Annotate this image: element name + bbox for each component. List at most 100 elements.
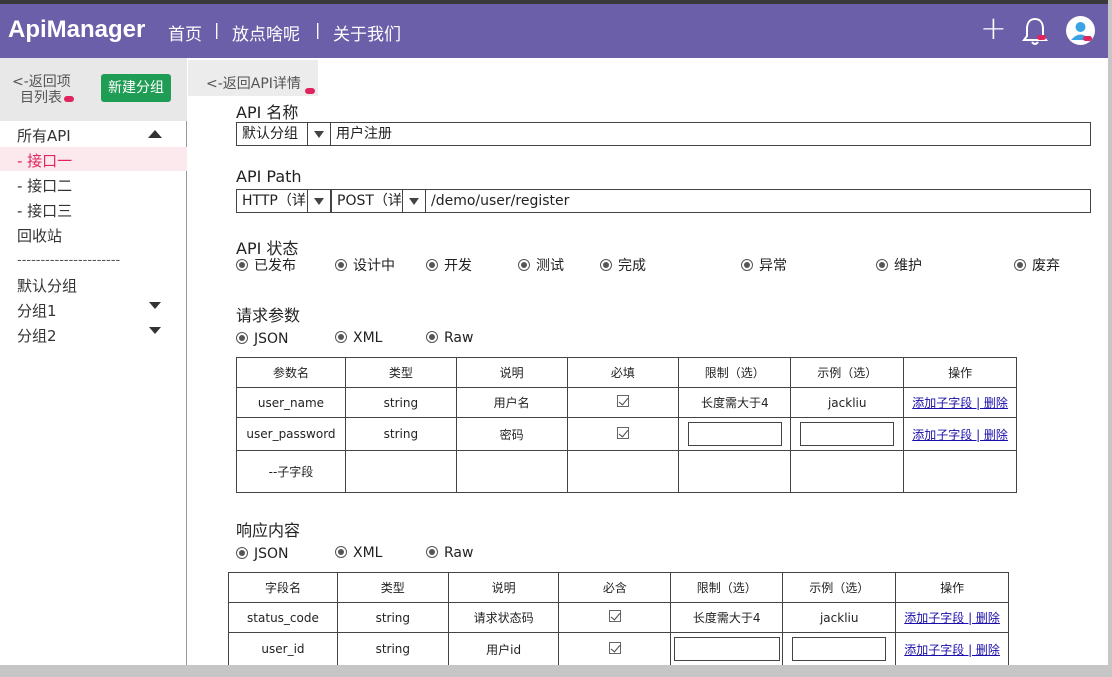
limit-input[interactable]: [673, 637, 780, 661]
param-desc-cell[interactable]: 用户名: [455, 387, 568, 418]
nav-separator: |: [315, 20, 321, 39]
radio-icon: [600, 259, 612, 271]
method-select[interactable]: POST（详: [331, 189, 403, 213]
back-to-project-list-button[interactable]: <-返回项 目列表: [0, 70, 80, 118]
group-select[interactable]: 默认分组: [236, 122, 308, 146]
app-logo[interactable]: ApiManager: [8, 16, 145, 44]
status-radio-published[interactable]: 已发布: [236, 255, 296, 275]
field-name-cell[interactable]: user_id: [228, 632, 338, 665]
back-to-api-detail-button[interactable]: <-返回API详情: [188, 60, 318, 96]
status-radio-deprecated[interactable]: 废弃: [1014, 255, 1060, 275]
nav-about-link[interactable]: 关于我们: [333, 20, 401, 45]
collapse-icon[interactable]: [148, 130, 162, 138]
param-type-cell[interactable]: string: [344, 387, 457, 418]
param-type-cell[interactable]: string: [344, 417, 457, 451]
example-input[interactable]: [792, 637, 887, 661]
expand-icon[interactable]: [149, 302, 161, 309]
required-checkbox[interactable]: [608, 641, 621, 654]
required-cell[interactable]: [566, 450, 680, 493]
param-name-cell[interactable]: user_password: [236, 417, 346, 451]
response-format-raw[interactable]: Raw: [426, 545, 473, 561]
param-limit-cell[interactable]: 长度需大于4: [678, 387, 792, 418]
add-subfield-delete-link[interactable]: 添加子字段 | 删除: [904, 643, 1000, 657]
field-type-cell[interactable]: string: [336, 632, 449, 665]
table-row: --子字段: [236, 450, 1017, 493]
sidebar-group-default[interactable]: 默认分组: [17, 275, 77, 296]
protocol-dropdown-arrow[interactable]: [307, 189, 331, 213]
request-format-xml[interactable]: XML: [335, 330, 382, 346]
api-name-label: API 名称: [236, 103, 299, 122]
response-format-xml[interactable]: XML: [335, 545, 382, 561]
action-cell: 添加子字段 | 删除: [903, 387, 1017, 418]
field-limit-cell[interactable]: 长度需大于4: [670, 602, 784, 633]
radio-label: Raw: [444, 330, 474, 346]
status-radio-done[interactable]: 完成: [600, 255, 646, 275]
limit-input[interactable]: [687, 422, 782, 446]
path-input[interactable]: /demo/user/register: [425, 189, 1091, 213]
request-format-json[interactable]: JSON: [236, 331, 289, 347]
param-example-cell[interactable]: jackliu: [790, 387, 905, 418]
flag-icon: [64, 96, 74, 102]
nav-home-link[interactable]: 首页: [168, 20, 202, 45]
radio-label: 测试: [536, 258, 564, 274]
status-radio-maintenance[interactable]: 维护: [876, 255, 922, 275]
sidebar-divider: ----------------------: [17, 253, 121, 268]
response-content-label: 响应内容: [236, 521, 301, 540]
sidebar-all-api[interactable]: 所有API: [17, 125, 71, 146]
request-params-label: 请求参数: [236, 306, 301, 325]
sidebar-item-api-3[interactable]: - 接口三: [17, 200, 72, 221]
param-example-cell[interactable]: [790, 450, 905, 493]
column-header: 操作: [895, 572, 1009, 603]
param-type-cell[interactable]: [344, 450, 457, 493]
radio-label: JSON: [254, 331, 289, 347]
status-radio-developing[interactable]: 开发: [426, 255, 472, 275]
add-subfield-delete-link[interactable]: 添加子字段 | 删除: [912, 428, 1008, 442]
expand-icon[interactable]: [149, 327, 161, 334]
api-name-input[interactable]: 用户注册: [330, 122, 1091, 146]
required-checkbox[interactable]: [616, 395, 629, 407]
action-cell[interactable]: [903, 450, 1017, 493]
param-limit-cell[interactable]: [678, 450, 792, 493]
column-header: 必填: [566, 357, 680, 388]
nav-misc-link[interactable]: 放点啥呢: [232, 20, 300, 45]
field-desc-cell[interactable]: 用户id: [447, 632, 560, 665]
nav-separator: |: [214, 20, 220, 39]
method-dropdown-arrow[interactable]: [402, 189, 426, 213]
new-group-button[interactable]: 新建分组: [101, 74, 171, 102]
param-name-cell[interactable]: user_name: [236, 387, 346, 418]
response-format-json[interactable]: JSON: [236, 546, 289, 562]
radio-label: 维护: [894, 258, 922, 274]
field-type-cell[interactable]: string: [336, 602, 449, 633]
field-example-cell[interactable]: jackliu: [782, 602, 897, 633]
param-desc-cell[interactable]: 密码: [455, 417, 568, 451]
status-radio-error[interactable]: 异常: [741, 255, 787, 275]
flag-icon: [305, 88, 315, 94]
protocol-select[interactable]: HTTP（详: [236, 189, 308, 213]
radio-icon: [876, 259, 888, 271]
sidebar-item-recycle-bin[interactable]: 回收站: [17, 225, 62, 246]
radio-icon: [1014, 259, 1026, 271]
api-path-label: API Path: [236, 167, 302, 186]
required-checkbox[interactable]: [616, 426, 629, 439]
sidebar-item-api-2[interactable]: - 接口二: [17, 175, 72, 196]
add-subfield-delete-link[interactable]: 添加子字段 | 删除: [904, 611, 1000, 625]
sidebar-item-api-1[interactable]: - 接口一: [17, 150, 72, 171]
add-subfield-delete-link[interactable]: 添加子字段 | 删除: [912, 396, 1008, 410]
field-name-cell[interactable]: status_code: [228, 602, 338, 633]
field-desc-cell[interactable]: 请求状态码: [447, 602, 560, 633]
bell-icon[interactable]: [1022, 16, 1048, 46]
param-desc-cell[interactable]: [455, 450, 568, 493]
sidebar-group-1[interactable]: 分组1: [17, 300, 57, 321]
group-dropdown-arrow[interactable]: [307, 122, 331, 146]
sidebar-group-2[interactable]: 分组2: [17, 325, 57, 346]
status-radio-testing[interactable]: 测试: [518, 255, 564, 275]
param-name-cell[interactable]: --子字段: [236, 450, 346, 493]
user-avatar[interactable]: [1066, 16, 1095, 45]
example-input[interactable]: [800, 422, 895, 446]
required-checkbox[interactable]: [608, 610, 621, 622]
add-icon[interactable]: +: [980, 9, 1007, 47]
request-format-raw[interactable]: Raw: [426, 330, 473, 346]
action-cell: 添加子字段 | 删除: [895, 602, 1009, 633]
column-header: 示例（选）: [790, 357, 905, 388]
status-radio-designing[interactable]: 设计中: [335, 255, 395, 275]
